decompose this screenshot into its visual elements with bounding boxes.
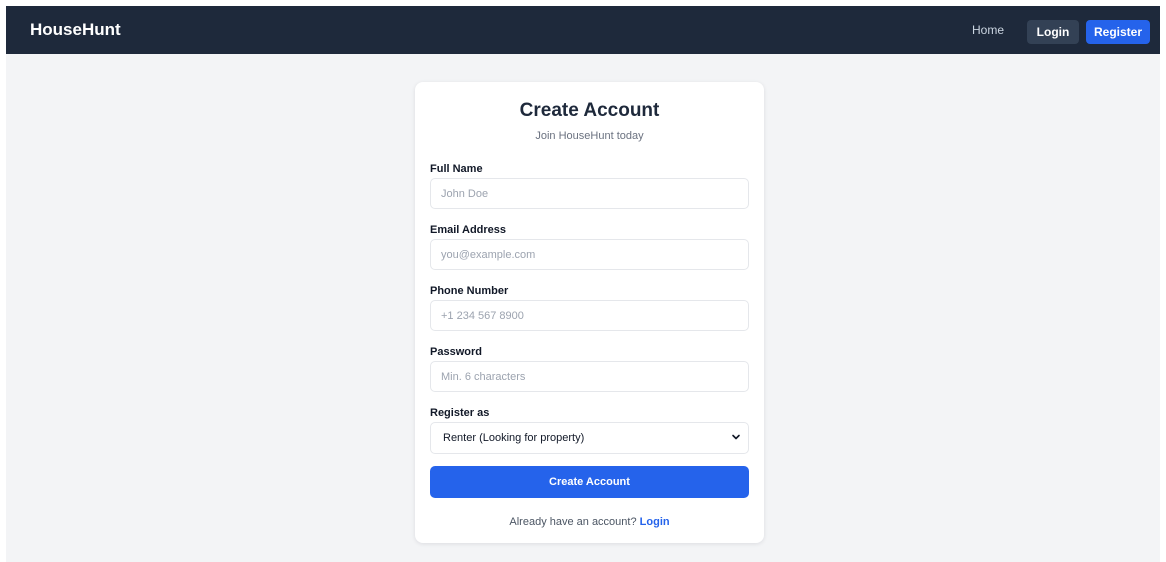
full-name-input[interactable] (430, 178, 749, 209)
role-label: Register as (430, 407, 490, 419)
form-title: Create Account (519, 100, 660, 121)
nav-register-button[interactable]: Register (1086, 20, 1150, 44)
email-input[interactable] (430, 239, 749, 270)
role-select[interactable]: Renter (Looking for property) (430, 422, 749, 454)
password-label: Password (430, 346, 482, 358)
role-select-value: Renter (Looking for property) (443, 432, 585, 444)
login-link[interactable]: Login (640, 516, 670, 528)
nav-login-button[interactable]: Login (1027, 20, 1079, 44)
chevron-down-icon (732, 434, 740, 440)
password-input[interactable] (430, 361, 749, 392)
login-prompt-text: Already have an account? (509, 516, 637, 528)
navbar: HouseHunt Home Login Register (6, 6, 1160, 54)
app-viewport: HouseHunt Home Login Register Create Acc… (6, 6, 1160, 562)
brand-logo[interactable]: HouseHunt (30, 6, 121, 54)
register-card: Create Account Join HouseHunt today Full… (415, 82, 764, 543)
phone-input[interactable] (430, 300, 749, 331)
login-prompt: Already have an account? Login (415, 516, 764, 528)
email-label: Email Address (430, 224, 507, 236)
full-name-label: Full Name (430, 163, 483, 175)
create-account-button[interactable]: Create Account (430, 466, 749, 498)
form-subtitle: Join HouseHunt today (535, 130, 644, 142)
nav-home-link[interactable]: Home (972, 20, 1004, 40)
phone-label: Phone Number (430, 285, 509, 297)
